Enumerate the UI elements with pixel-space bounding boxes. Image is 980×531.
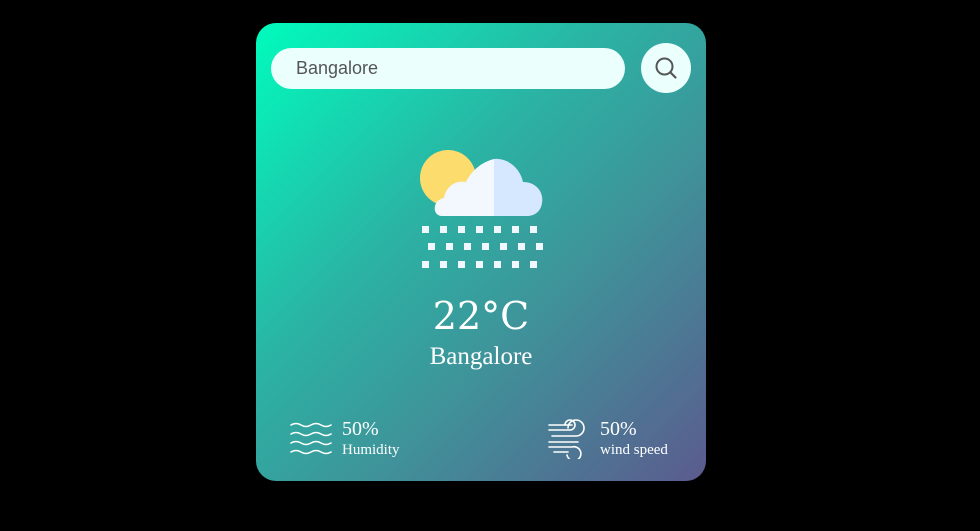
wind-label: wind speed — [600, 442, 668, 459]
humidity-stat: 50% Humidity — [290, 419, 400, 459]
temperature: 22°C — [432, 294, 530, 338]
wind-stat: 50% wind speed — [548, 419, 668, 459]
search-input[interactable] — [271, 48, 625, 89]
weather-card: 22°C Bangalore 50% Humidity — [256, 23, 706, 481]
city-name: Bangalore — [429, 343, 533, 370]
wind-icon — [548, 419, 585, 459]
humidity-label: Humidity — [342, 442, 400, 458]
search-button[interactable] — [641, 43, 691, 93]
humidity-value: 50% — [342, 418, 379, 440]
snow-cloud-sun-icon — [420, 150, 543, 268]
search-icon — [655, 57, 677, 79]
wind-value: 50% — [600, 418, 637, 441]
humidity-waves-icon — [290, 422, 332, 455]
